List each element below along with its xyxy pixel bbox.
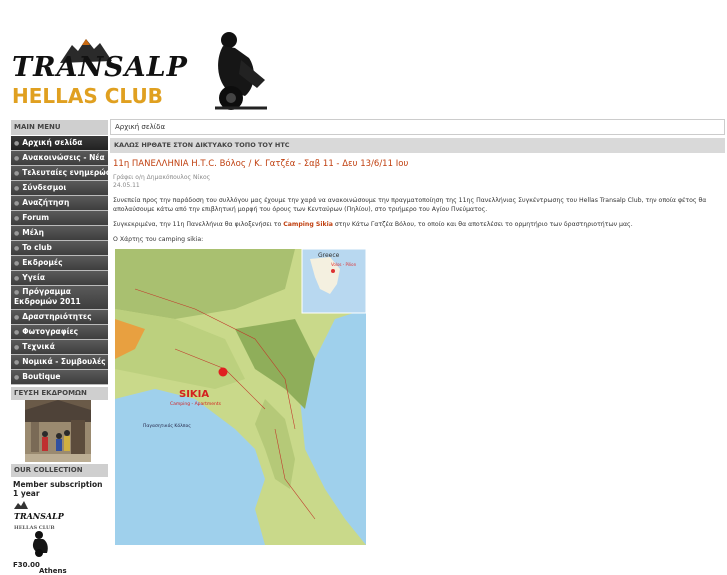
- bullet-icon: ●: [14, 275, 20, 282]
- bullet-icon: ●: [14, 329, 20, 336]
- bullet-icon: ●: [14, 260, 20, 267]
- bullet-icon: ●: [14, 314, 20, 321]
- bullet-icon: ●: [14, 344, 20, 351]
- menu-item-club[interactable]: ● To club: [11, 241, 108, 256]
- article-meta: Γράφει ο/η Δημακόπουλος Νίκος 24.05.11: [113, 174, 722, 190]
- article-paragraph-2: Συγκεκριμένα, την 11η Πανελλήνια θα φιλο…: [113, 221, 633, 228]
- gallery-heading: ΓΕΥΣΗ ΕΚΔΡΟΜΩΝ: [11, 387, 108, 400]
- camping-map[interactable]: Greece Volos - Pilion SIKIA Camping - Ap…: [115, 249, 366, 545]
- welcome-banner: ΚΑΛΩΣ ΗΡΘΑΤΕ ΣΤΟΝ ΔΙΚΤΥΑΚΟ ΤΟΠΟ ΤΟΥ HTC: [110, 138, 725, 153]
- bullet-icon: ●: [14, 170, 20, 177]
- bullet-icon: ●: [14, 155, 20, 162]
- menu-item-members[interactable]: ● Μέλη: [11, 226, 108, 241]
- menu-item-activities[interactable]: ● Δραστηριότητες: [11, 310, 108, 325]
- svg-text:Camping - Apartments: Camping - Apartments: [170, 401, 222, 407]
- site-header: TRANSALP HELLAS CLUB: [0, 0, 727, 118]
- bullet-icon: ●: [14, 140, 20, 147]
- bullet-icon: ●: [14, 230, 20, 237]
- menu-item-boutique[interactable]: ● Boutique: [11, 370, 108, 385]
- next-item-text: Athens: [39, 567, 67, 575]
- bullet-icon: ●: [14, 245, 20, 252]
- sidebar: MAIN MENU ● Αρχική σελίδα ● Ανακοινώσεις -…: [11, 120, 108, 575]
- logo-title[interactable]: TRANSALP: [12, 52, 188, 83]
- article-paragraph-3: Ο Χάρτης του camping sikia:: [113, 236, 204, 243]
- collection-heading: OUR COLLECTION: [11, 464, 108, 477]
- svg-text:Greece: Greece: [318, 252, 340, 259]
- menu-item-photos[interactable]: ● Φωτογραφίες: [11, 325, 108, 340]
- article-title[interactable]: 11η ΠΑΝΕΛΛΗΝΙΑ Η.Τ.C. Βόλος / Κ. Γατζέα …: [113, 159, 722, 169]
- camping-sikia-link[interactable]: Camping Sikia: [283, 221, 333, 228]
- gallery-photo[interactable]: [11, 400, 108, 462]
- svg-text:Παγασητικός Κόλπος: Παγασητικός Κόλπος: [143, 422, 191, 429]
- article: 11η ΠΑΝΕΛΛΗΝΙΑ Η.Τ.C. Βόλος / Κ. Γατζέα …: [110, 153, 725, 248]
- logo-subtitle: HELLAS CLUB: [12, 84, 163, 108]
- bullet-icon: ●: [14, 200, 20, 207]
- menu-item-announcements[interactable]: ● Ανακοινώσεις - Νέα: [11, 151, 108, 166]
- svg-text:Volos - Pilion: Volos - Pilion: [331, 262, 357, 267]
- trip-photo-image: [25, 400, 91, 462]
- bullet-icon: ●: [14, 215, 20, 222]
- menu-item-home[interactable]: ● Αρχική σελίδα: [11, 136, 108, 151]
- bullet-icon: ●: [14, 185, 20, 192]
- map-image: Greece Volos - Pilion SIKIA Camping - Ap…: [115, 249, 366, 545]
- menu-item-trips[interactable]: ● Εκδρομές: [11, 256, 108, 271]
- bullet-icon: ●: [14, 359, 20, 366]
- menu-item-search[interactable]: ● Αναζήτηση: [11, 196, 108, 211]
- article-paragraph-1: Συνεπεία προς την παράδοση του συλλόγου …: [113, 197, 707, 213]
- menu-item-legal[interactable]: ● Νομικά - Συμβουλές: [11, 355, 108, 370]
- mini-rider-icon: [32, 531, 48, 557]
- svg-text:SIKIA: SIKIA: [179, 389, 209, 400]
- mini-mountain-icon: [14, 501, 28, 509]
- member-subscription-title[interactable]: Member subscription 1 year: [13, 480, 106, 498]
- menu-item-trip-program[interactable]: ● Πρόγραμμα Εκδρομών 2011: [11, 286, 108, 310]
- main-content: Αρχική σελίδα ΚΑΛΩΣ ΗΡΘΑΤΕ ΣΤΟΝ ΔΙΚΤΥΑΚΟ…: [110, 119, 725, 248]
- menu-item-forum[interactable]: ● Forum: [11, 211, 108, 226]
- menu-item-updates[interactable]: ●Τελευταίες ενημερώσεις: [11, 166, 108, 181]
- bullet-icon: ●: [14, 289, 20, 296]
- breadcrumb[interactable]: Αρχική σελίδα: [110, 119, 725, 135]
- collection-logo: TRANSALP HELLAS CLUB: [14, 501, 108, 531]
- motorcycle-rider-icon: [215, 32, 267, 110]
- article-author: Γράφει ο/η Δημακόπουλος Νίκος: [113, 174, 211, 181]
- bullet-icon: ●: [14, 374, 20, 381]
- main-menu-heading: MAIN MENU: [11, 120, 108, 136]
- menu-item-links[interactable]: ● Σύνδεσμοι: [11, 181, 108, 196]
- menu-item-health[interactable]: ● Υγεία: [11, 271, 108, 286]
- article-date: 24.05.11: [113, 182, 140, 189]
- menu-item-technical[interactable]: ● Τεχνικά: [11, 340, 108, 355]
